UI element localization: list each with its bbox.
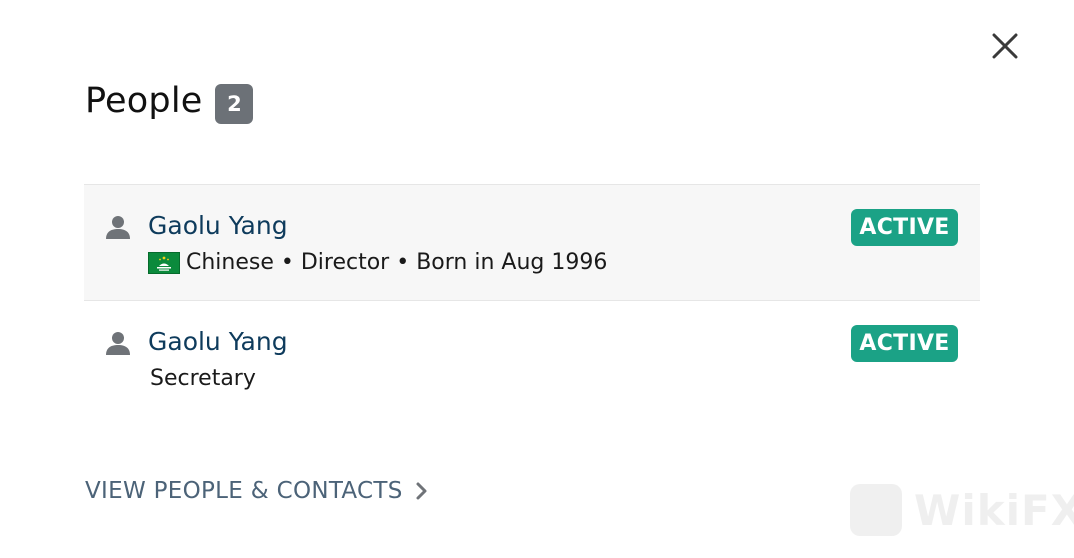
status-badge: ACTIVE xyxy=(851,209,958,246)
panel-header: People 2 xyxy=(85,78,254,124)
person-name-link[interactable]: Gaolu Yang xyxy=(148,210,288,242)
person-row[interactable]: Gaolu Yang Secretary ACTIVE xyxy=(84,300,980,416)
page-title: People xyxy=(85,81,203,121)
people-panel: People 2 Gaolu Yang Chinese • Director •… xyxy=(0,0,1074,558)
person-details-text: Secretary xyxy=(150,366,256,391)
macau-flag-icon xyxy=(148,252,180,274)
wikifx-logo-icon xyxy=(850,484,902,536)
people-list: Gaolu Yang Chinese • Director • Born in … xyxy=(84,184,980,416)
status-badge: ACTIVE xyxy=(851,325,958,362)
view-people-contacts-label: VIEW PEOPLE & CONTACTS xyxy=(85,478,403,504)
close-button[interactable] xyxy=(989,30,1021,62)
close-icon xyxy=(992,33,1018,59)
person-row[interactable]: Gaolu Yang Chinese • Director • Born in … xyxy=(84,184,980,300)
person-details-text: Chinese • Director • Born in Aug 1996 xyxy=(186,250,608,275)
watermark-text: WikiFX xyxy=(914,485,1074,535)
person-icon xyxy=(106,332,130,355)
person-icon xyxy=(106,216,130,239)
people-count-badge: 2 xyxy=(215,84,254,124)
view-people-contacts-link[interactable]: VIEW PEOPLE & CONTACTS xyxy=(85,478,429,504)
person-name-link[interactable]: Gaolu Yang xyxy=(148,326,288,358)
person-details: Chinese • Director • Born in Aug 1996 xyxy=(148,248,607,278)
wikifx-watermark: WikiFX xyxy=(850,484,1074,536)
person-details: Secretary xyxy=(150,364,256,394)
chevron-right-icon xyxy=(416,482,427,500)
